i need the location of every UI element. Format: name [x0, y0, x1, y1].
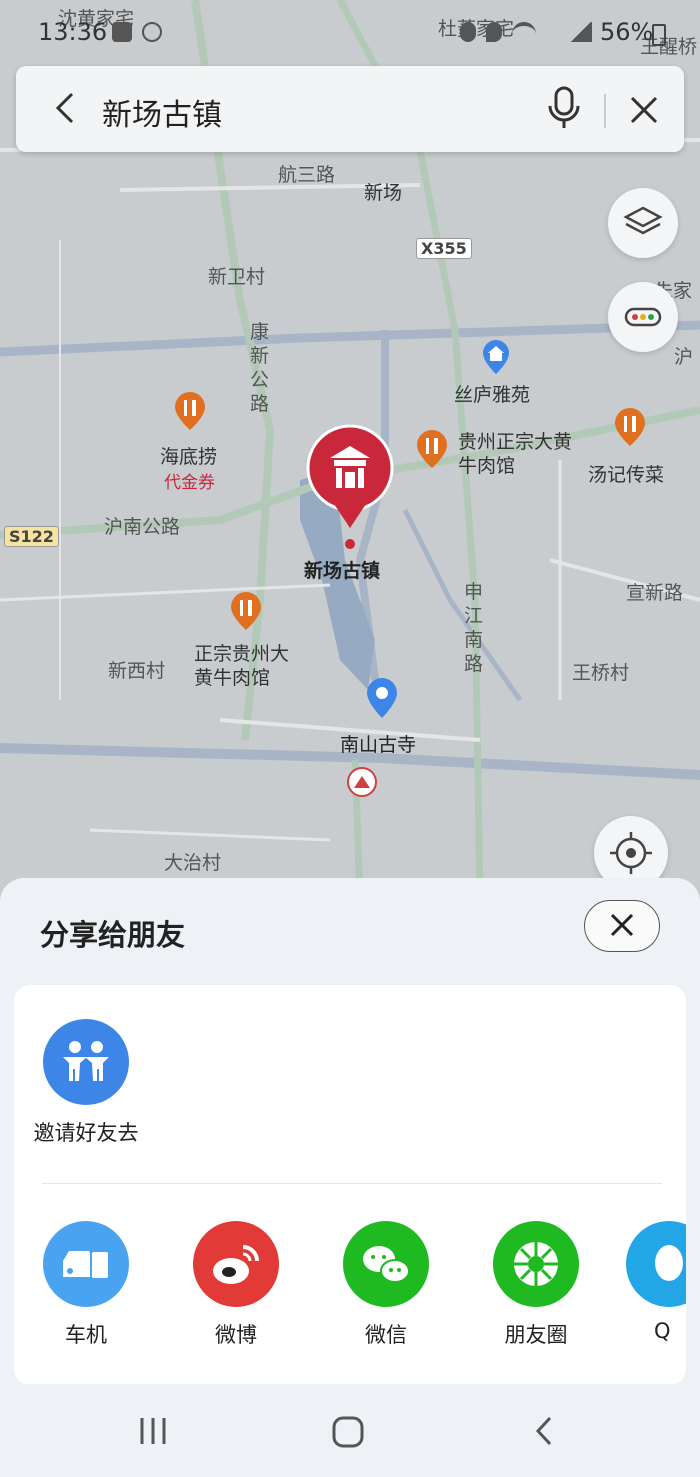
invite-friends-icon — [43, 1019, 129, 1105]
share-wechat-button[interactable]: 微信 — [326, 1221, 446, 1349]
place-label: 南山古寺 — [340, 734, 417, 756]
road-label: 申江南路 — [464, 581, 484, 675]
place-label: 新卫村 — [208, 266, 266, 288]
app-notification-icon — [142, 22, 162, 42]
layers-icon — [623, 206, 663, 235]
restaurant-pin-icon[interactable] — [612, 406, 648, 450]
place-label: 海底捞 — [160, 446, 218, 468]
share-options-card: 邀请好友去 车机 微博 微信 朋友圈 Q — [14, 985, 686, 1385]
place-label: 贵州正宗大黄牛肉馆 — [458, 431, 573, 477]
share-moments-label: 朋友圈 — [504, 1323, 568, 1347]
status-bar: 13:36 56% — [0, 0, 700, 66]
temple-pin-icon[interactable] — [364, 676, 400, 722]
moments-icon — [493, 1221, 579, 1307]
status-time: 13:36 — [38, 18, 108, 46]
road-badge: S122 — [4, 526, 59, 547]
microphone-icon[interactable] — [544, 84, 584, 132]
construction-icon — [347, 767, 377, 797]
search-bar[interactable]: 新场古镇 — [16, 66, 684, 152]
battery-icon — [652, 24, 666, 46]
close-share-button[interactable] — [584, 900, 660, 952]
place-label: 新西村 — [108, 660, 166, 682]
selected-place-label: 新场古镇 — [304, 560, 381, 582]
battery-percent: 56% — [600, 18, 654, 46]
road-label: 康新公路 — [250, 321, 270, 415]
road-label: 宣新路 — [626, 582, 684, 604]
divider — [42, 1183, 662, 1184]
traffic-light-icon — [624, 307, 662, 327]
weibo-icon — [193, 1221, 279, 1307]
community-pin-icon[interactable] — [480, 338, 512, 378]
coupon-label: 代金券 — [164, 473, 215, 493]
share-moments-button[interactable]: 朋友圈 — [476, 1221, 596, 1349]
bluetooth-icon — [460, 22, 476, 42]
search-query[interactable]: 新场古镇 — [102, 90, 222, 134]
place-label: 丝庐雅苑 — [454, 384, 531, 406]
back-nav-icon[interactable] — [530, 1414, 560, 1448]
road-label: 航三路 — [278, 164, 336, 186]
share-qq-label: Q — [654, 1319, 671, 1343]
share-car-button[interactable]: 车机 — [26, 1221, 146, 1349]
share-qq-button[interactable]: Q — [626, 1221, 686, 1343]
back-arrow-icon[interactable] — [46, 88, 86, 128]
notification-icon — [112, 22, 132, 42]
place-label: 大治村 — [164, 852, 222, 874]
selected-location-pin-icon[interactable] — [300, 424, 400, 554]
wechat-icon — [343, 1221, 429, 1307]
restaurant-pin-icon[interactable] — [414, 428, 450, 472]
share-weibo-label: 微博 — [215, 1323, 257, 1347]
restaurant-pin-icon[interactable] — [172, 390, 208, 434]
place-label: 汤记传菜 — [588, 464, 665, 486]
place-label: 正宗贵州大黄牛肉馆 — [194, 643, 290, 689]
place-label: 新场 — [364, 182, 403, 204]
clear-search-icon[interactable] — [624, 90, 664, 130]
traffic-toggle-button[interactable] — [608, 282, 678, 352]
share-car-label: 车机 — [65, 1323, 107, 1347]
share-wechat-label: 微信 — [365, 1323, 407, 1347]
home-icon[interactable] — [330, 1414, 366, 1450]
wifi-icon — [512, 22, 536, 46]
share-weibo-button[interactable]: 微博 — [176, 1221, 296, 1349]
restaurant-pin-icon[interactable] — [228, 590, 264, 634]
qq-icon — [626, 1221, 686, 1307]
recent-apps-icon[interactable] — [136, 1414, 170, 1448]
share-sheet-title: 分享给朋友 — [40, 918, 186, 952]
close-icon — [610, 913, 634, 937]
road-badge: X355 — [416, 238, 472, 259]
car-phone-icon — [43, 1221, 129, 1307]
search-divider — [604, 94, 606, 128]
road-label: 沪南公路 — [104, 516, 181, 538]
layers-button[interactable] — [608, 188, 678, 258]
system-nav-bar — [0, 1384, 700, 1477]
invite-friends-label: 邀请好友去 — [33, 1121, 139, 1145]
location-icon — [486, 22, 502, 42]
hd-icon — [546, 22, 566, 42]
signal-icon — [570, 22, 592, 42]
place-label: 王桥村 — [572, 662, 630, 684]
invite-friends-button[interactable]: 邀请好友去 — [26, 1019, 146, 1147]
